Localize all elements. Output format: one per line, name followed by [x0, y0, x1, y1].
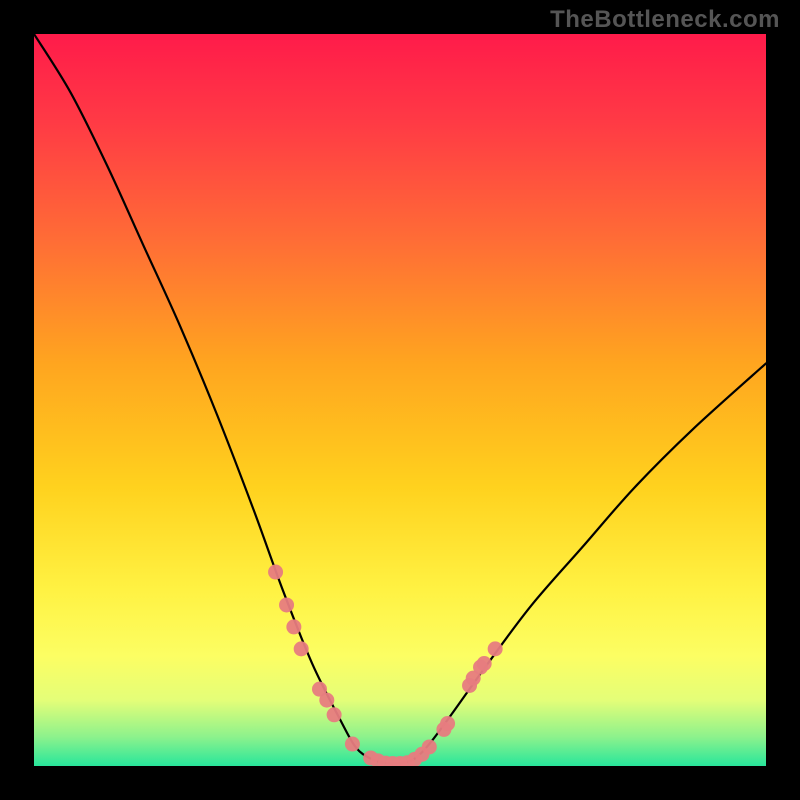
- watermark-text: TheBottleneck.com: [550, 6, 780, 34]
- marker-dot: [286, 619, 301, 634]
- marker-dot: [327, 707, 342, 722]
- chart-svg: [34, 34, 766, 766]
- plot-area: [34, 34, 766, 766]
- chart-frame: TheBottleneck.com: [0, 0, 800, 800]
- marker-dot: [422, 739, 437, 754]
- marker-dot: [477, 656, 492, 671]
- marker-dot: [440, 716, 455, 731]
- marker-dot: [268, 565, 283, 580]
- marker-dot: [319, 693, 334, 708]
- gradient-background: [34, 34, 766, 766]
- marker-dot: [279, 597, 294, 612]
- marker-dot: [294, 641, 309, 656]
- marker-dot: [345, 737, 360, 752]
- marker-dot: [488, 641, 503, 656]
